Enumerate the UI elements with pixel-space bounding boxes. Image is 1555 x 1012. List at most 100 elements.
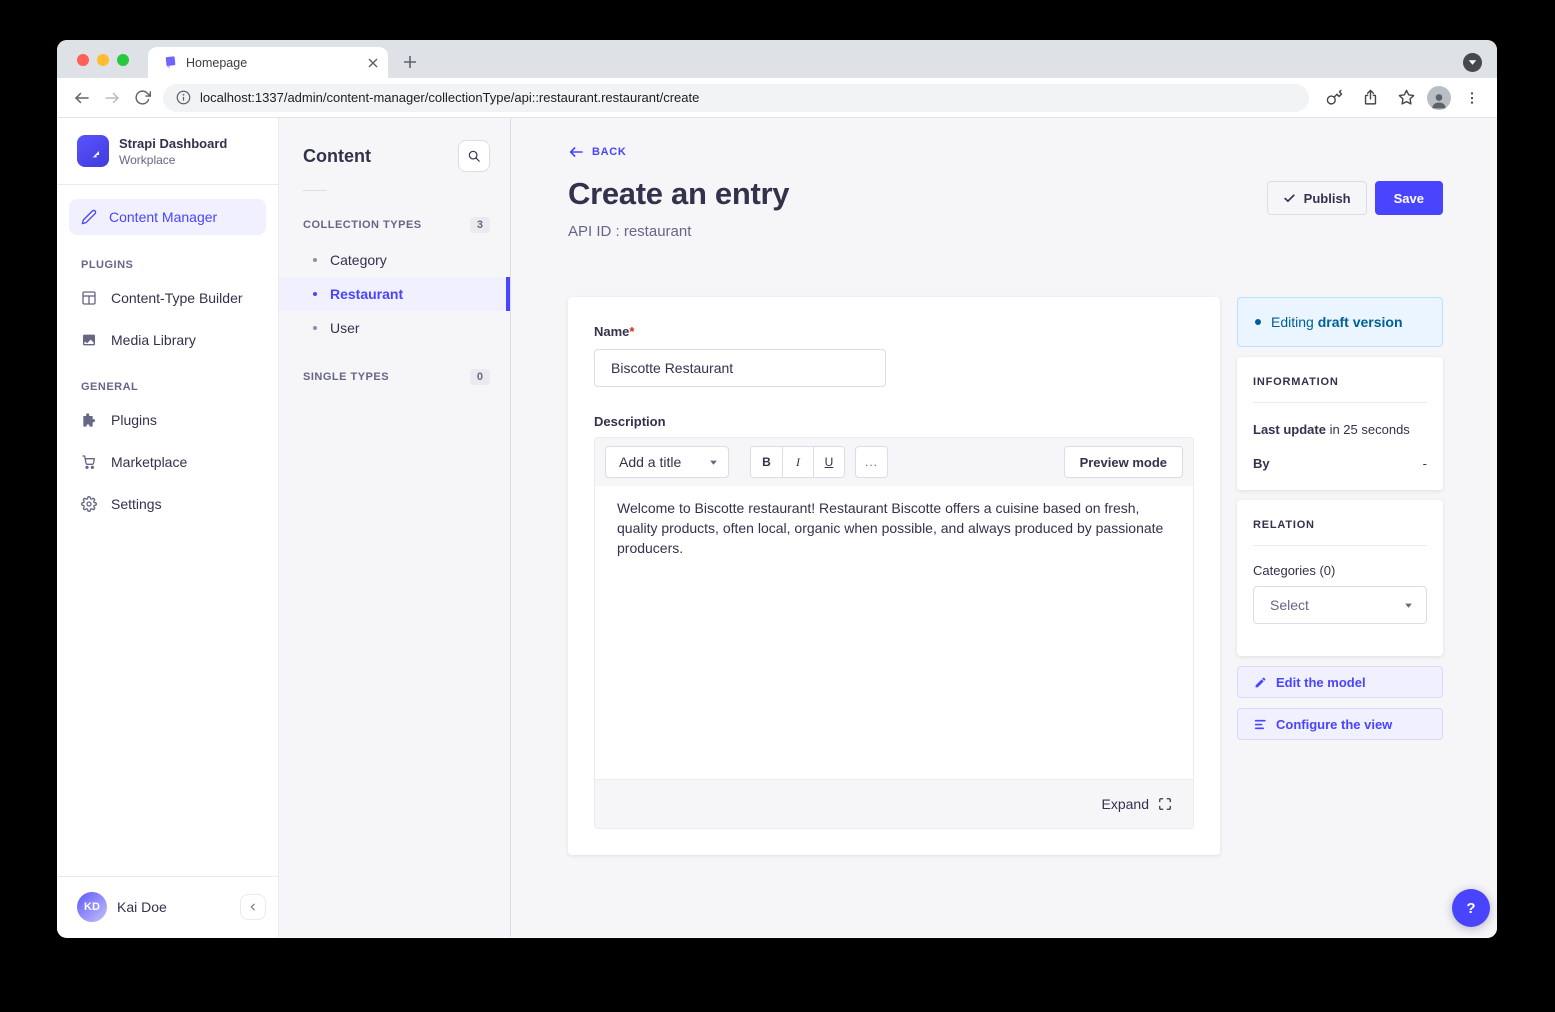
collection-types-count-badge: 3 <box>470 217 490 233</box>
sidebar-item-content-type-builder[interactable]: Content-Type Builder <box>57 277 278 319</box>
save-button[interactable]: Save <box>1375 181 1443 215</box>
format-button-group: B I U <box>750 446 845 478</box>
share-icon[interactable] <box>1355 83 1385 113</box>
publish-label: Publish <box>1304 191 1351 206</box>
description-textarea[interactable]: Welcome to Biscotte restaurant! Restaura… <box>595 486 1193 779</box>
minimize-window-button[interactable] <box>97 54 109 66</box>
divider <box>1253 402 1427 403</box>
browser-toolbar: localhost:1337/admin/content-manager/col… <box>57 78 1497 118</box>
sidebar-item-settings[interactable]: Settings <box>57 483 278 525</box>
chevron-down-icon <box>1404 601 1413 610</box>
subnav-title: Content <box>303 146 371 167</box>
workspace-switcher[interactable]: Strapi Dashboard Workplace <box>57 118 278 185</box>
chevron-down-icon <box>709 458 718 467</box>
sidebar-item-label: Content Manager <box>109 209 217 225</box>
status-dot-icon <box>1255 319 1261 325</box>
new-tab-button[interactable] <box>396 48 424 76</box>
name-field-label: Name* <box>594 324 634 339</box>
side-panel: Editing draft version INFORMATION Last u… <box>1237 297 1443 740</box>
sidebar-item-label: Plugins <box>111 412 157 428</box>
content-subnav: Content COLLECTION TYPES 3 Category Rest… <box>279 118 511 937</box>
subnav-item-user[interactable]: User <box>279 311 510 345</box>
site-info-icon[interactable] <box>176 90 191 105</box>
underline-button[interactable]: U <box>813 447 844 477</box>
configure-view-button[interactable]: Configure the view <box>1237 708 1443 740</box>
media-image-icon <box>81 332 97 348</box>
main-content: BACK Create an entry Publish Save API <box>511 118 1497 937</box>
help-button[interactable]: ? <box>1452 889 1490 927</box>
app-name: Strapi Dashboard <box>119 136 227 151</box>
title-style-select[interactable]: Add a title <box>605 446 729 478</box>
content-manager-icon <box>81 209 97 225</box>
address-bar[interactable]: localhost:1337/admin/content-manager/col… <box>163 84 1309 112</box>
editor-toolbar: Add a title B I U ... Prev <box>595 438 1193 486</box>
by-row: By- <box>1253 456 1427 471</box>
strapi-favicon-icon <box>162 55 177 70</box>
browser-tab[interactable]: Homepage <box>148 47 388 78</box>
sidebar-item-label: Marketplace <box>111 454 187 470</box>
name-input[interactable] <box>594 349 886 387</box>
relation-title: RELATION <box>1253 519 1427 531</box>
browser-window: Homepage localhost:1337/admin/content-ma… <box>57 40 1497 938</box>
menu-dots-icon[interactable] <box>1457 83 1487 113</box>
page-title: Create an entry <box>568 176 789 212</box>
back-link[interactable]: BACK <box>568 144 627 160</box>
draft-status-bold: draft version <box>1318 314 1403 330</box>
close-window-button[interactable] <box>77 54 89 66</box>
sidebar-item-label: Settings <box>111 496 162 512</box>
draft-status-badge: Editing draft version <box>1237 297 1443 347</box>
sidebar-item-media-library[interactable]: Media Library <box>57 319 278 361</box>
back-nav-icon[interactable] <box>67 83 97 113</box>
publish-button[interactable]: Publish <box>1267 181 1367 215</box>
avatar: KD <box>77 892 107 922</box>
title-style-value: Add a title <box>619 454 681 470</box>
collection-types-label: COLLECTION TYPES <box>303 219 422 231</box>
profile-avatar-icon[interactable] <box>1427 86 1451 110</box>
tab-search-icon[interactable] <box>1463 53 1482 72</box>
editor-footer: Expand <box>595 779 1193 828</box>
description-field-label: Description <box>594 414 1194 429</box>
subnav-item-category[interactable]: Category <box>279 243 510 277</box>
expand-button[interactable]: Expand <box>1102 796 1172 812</box>
last-update-row: Last update in 25 seconds <box>1253 422 1427 437</box>
single-types-count-badge: 0 <box>470 369 490 385</box>
categories-select[interactable]: Select <box>1253 586 1427 624</box>
puzzle-icon <box>81 412 97 428</box>
subnav-item-label: User <box>330 320 360 336</box>
bullet-icon <box>313 292 317 296</box>
pencil-icon <box>1254 676 1267 689</box>
italic-button[interactable]: I <box>782 447 813 477</box>
single-types-header: SINGLE TYPES 0 <box>279 345 510 395</box>
search-icon[interactable] <box>458 140 490 172</box>
sidebar-item-plugins[interactable]: Plugins <box>57 399 278 441</box>
sidebar-item-label: Media Library <box>111 332 196 348</box>
reload-icon[interactable] <box>127 83 157 113</box>
more-formats-button[interactable]: ... <box>855 446 888 478</box>
sidebar-item-label: Content-Type Builder <box>111 290 243 306</box>
subnav-item-restaurant[interactable]: Restaurant <box>279 277 510 311</box>
bold-button[interactable]: B <box>751 447 782 477</box>
sidebar-item-content-manager[interactable]: Content Manager <box>69 199 266 235</box>
expand-icon <box>1158 797 1172 811</box>
forward-nav-icon[interactable] <box>97 83 127 113</box>
sidebar-item-marketplace[interactable]: Marketplace <box>57 441 278 483</box>
edit-model-label: Edit the model <box>1276 675 1366 690</box>
password-key-icon[interactable] <box>1319 83 1349 113</box>
divider <box>1253 545 1427 546</box>
draft-status-prefix: Editing <box>1271 314 1318 330</box>
collapse-sidebar-button[interactable] <box>240 894 266 920</box>
collection-types-header: COLLECTION TYPES 3 <box>279 193 510 243</box>
single-types-label: SINGLE TYPES <box>303 371 389 383</box>
divider <box>303 190 327 191</box>
tab-close-icon[interactable] <box>368 58 378 68</box>
bookmark-star-icon[interactable] <box>1391 83 1421 113</box>
zoom-window-button[interactable] <box>117 54 129 66</box>
check-icon <box>1283 192 1296 205</box>
information-card: INFORMATION Last update in 25 seconds By… <box>1237 357 1443 490</box>
edit-model-button[interactable]: Edit the model <box>1237 666 1443 698</box>
workspace-name: Workplace <box>119 153 227 167</box>
required-asterisk: * <box>629 324 634 339</box>
subnav-item-label: Category <box>330 252 387 268</box>
preview-mode-button[interactable]: Preview mode <box>1064 446 1183 478</box>
configure-view-icon <box>1254 718 1267 731</box>
